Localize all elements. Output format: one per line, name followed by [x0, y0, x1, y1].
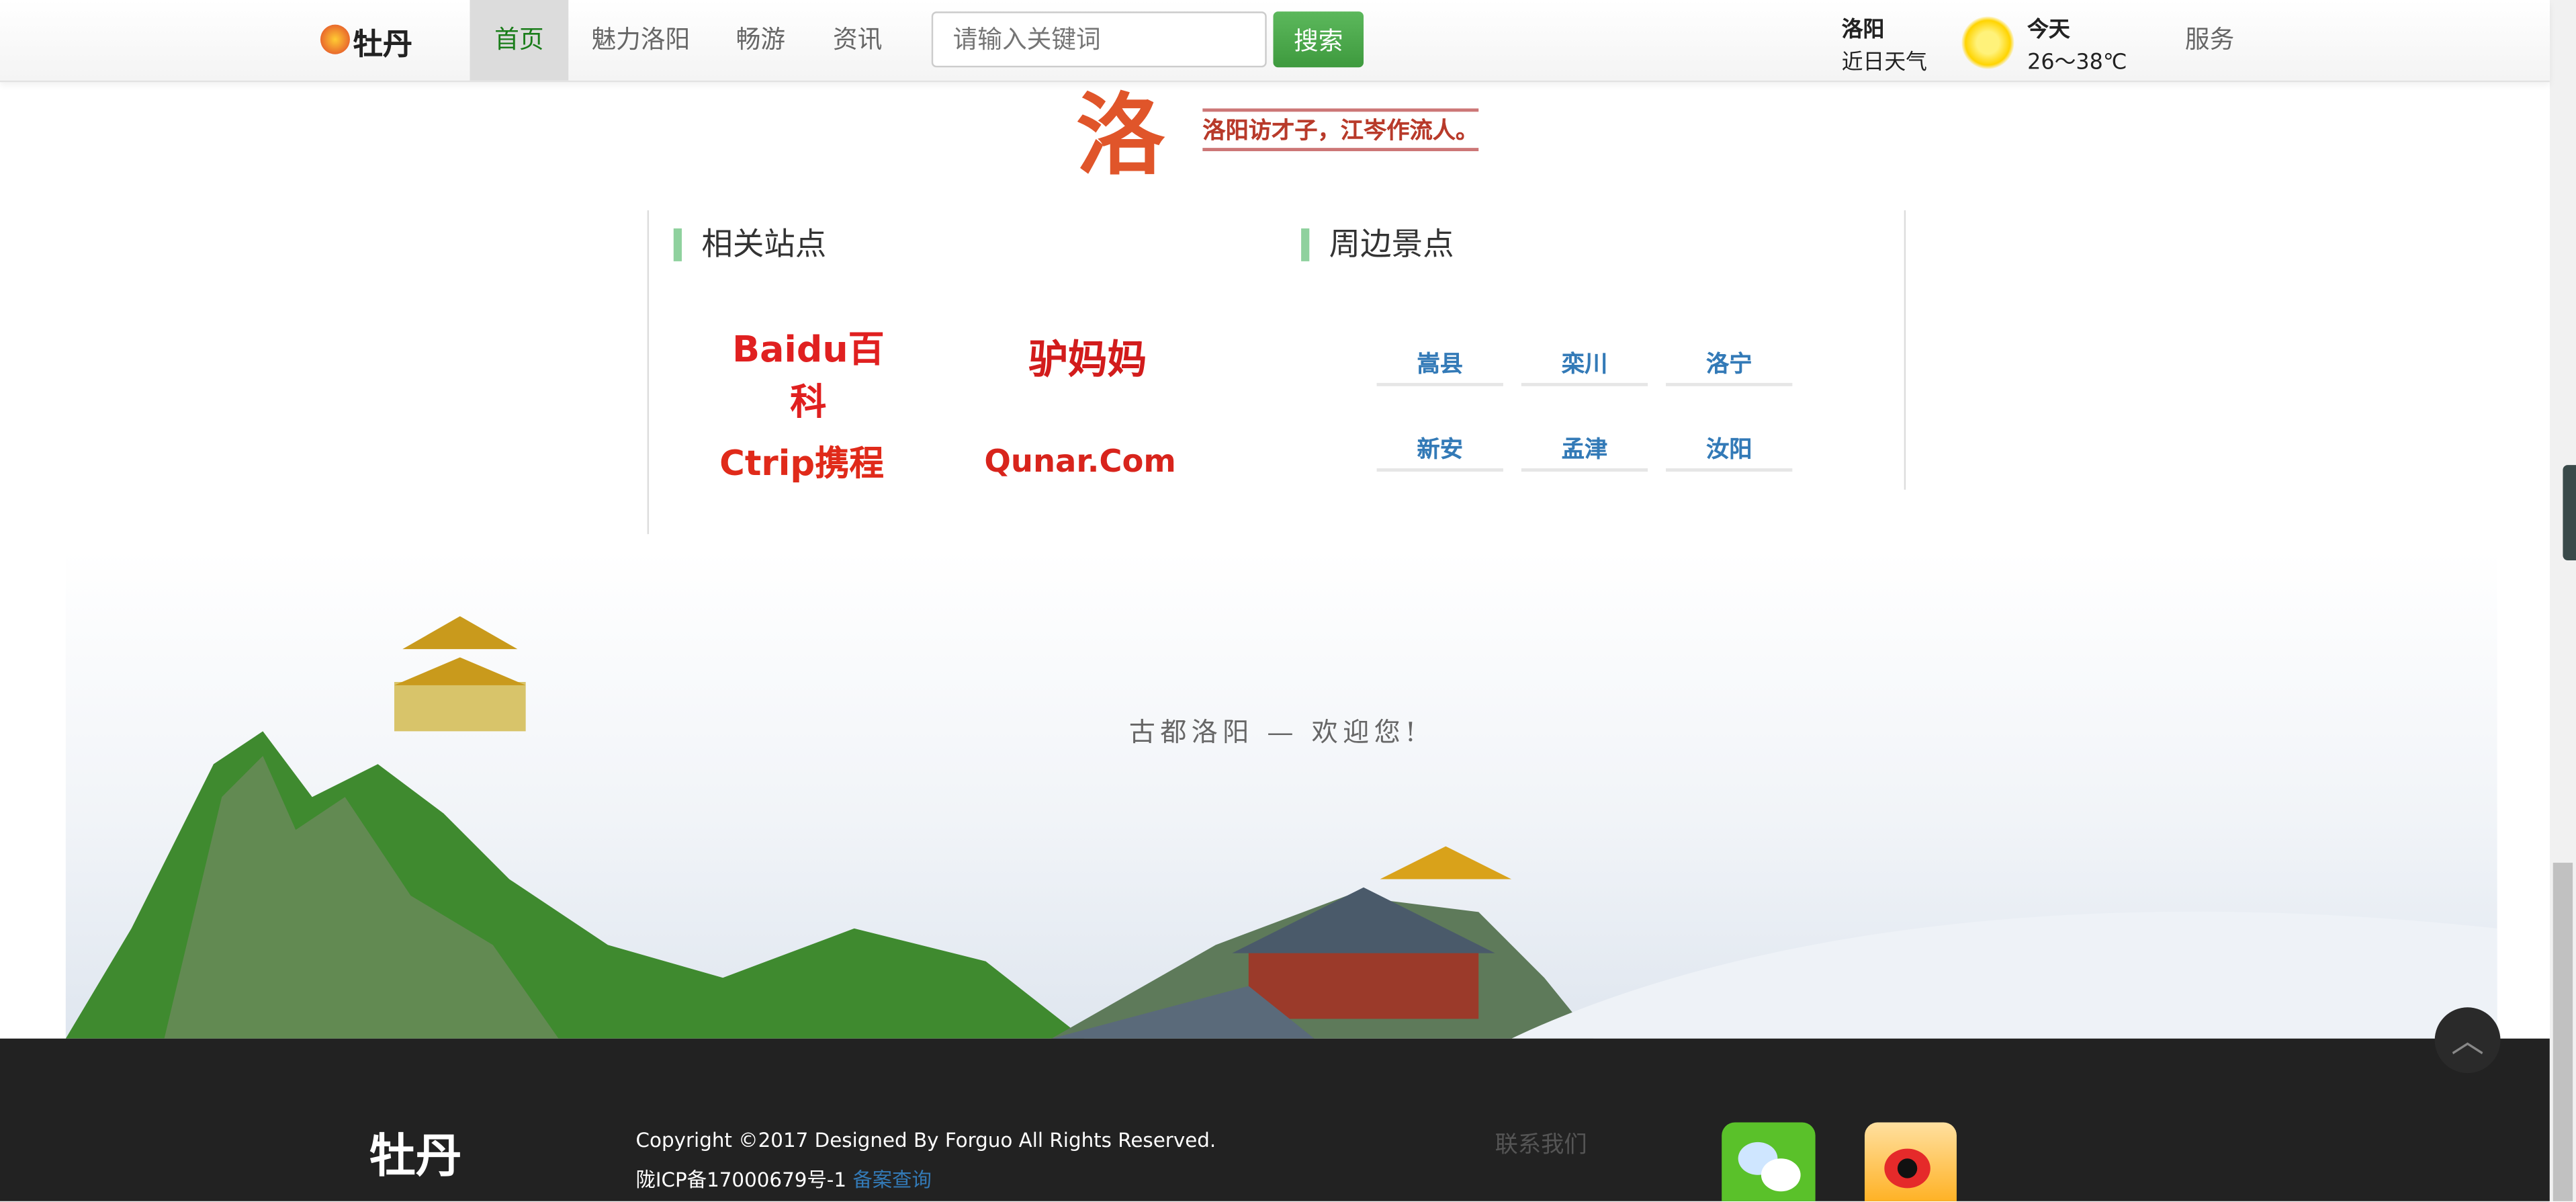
mountain-illustration-icon	[65, 616, 2497, 1039]
nearby-spots-title: 周边景点	[1301, 228, 1454, 261]
footer-logo: 牡丹	[369, 1129, 462, 1183]
qunar-link[interactable]: Qunar.Com	[981, 443, 1180, 480]
nav-news[interactable]: 资讯	[808, 0, 907, 81]
sun-icon	[1961, 16, 2014, 69]
nav-service[interactable]: 服务	[2160, 0, 2259, 81]
site-logo[interactable]: 牡丹	[320, 22, 445, 62]
copyright-text: Copyright ©2017 Designed By Forguo All R…	[635, 1129, 1216, 1152]
weather-temp: 26～38℃	[2027, 50, 2127, 76]
chevron-up-icon: ︿	[2451, 1020, 2485, 1060]
spot-link[interactable]: 栾川	[1521, 347, 1648, 386]
spot-link[interactable]: 嵩县	[1376, 347, 1503, 386]
icp-query-link[interactable]: 备案查询	[852, 1168, 931, 1191]
back-to-top-button[interactable]: ︿	[2434, 1007, 2501, 1074]
logo-text: 牡丹	[353, 28, 412, 62]
side-widget-tab[interactable]	[2563, 465, 2576, 561]
spot-link[interactable]: 洛宁	[1666, 347, 1793, 386]
landscape-image	[65, 550, 2497, 1039]
welcome-text: 古都洛阳 — 欢迎您!	[1128, 716, 1421, 748]
peony-icon	[320, 24, 350, 54]
nav-home[interactable]: 首页	[470, 0, 569, 81]
lvmama-link[interactable]: 驴妈妈	[992, 327, 1183, 385]
search-input[interactable]	[931, 11, 1267, 68]
spot-link[interactable]: 新安	[1376, 432, 1503, 472]
spot-link[interactable]: 汝阳	[1666, 432, 1793, 472]
nav-travel[interactable]: 畅游	[711, 0, 810, 81]
icp-info: 陇ICP备17000679号-1 备案查询	[636, 1165, 932, 1193]
weather-day: 今天	[2027, 17, 2070, 43]
banner-caption: 洛阳访才子，江岑作流人。	[1202, 108, 1479, 152]
top-navbar: 牡丹 首页 魅力洛阳 畅游 资讯 搜索 洛阳 近日天气 今天 26～38℃ 服务	[0, 0, 2550, 83]
weather-city: 洛阳	[1841, 17, 1885, 43]
icp-number: 陇ICP备17000679号-1	[635, 1168, 847, 1192]
contact-us-label: 联系我们	[1495, 1132, 1587, 1159]
baidu-baike-link[interactable]: Baidu百科	[718, 320, 899, 426]
divider	[1904, 210, 1906, 490]
weibo-icon[interactable]	[1864, 1122, 1957, 1201]
scrollbar-thumb[interactable]	[2552, 863, 2573, 1201]
footer: 牡丹 Copyright ©2017 Designed By Forguo Al…	[0, 1038, 2550, 1201]
weather-label: 近日天气	[1841, 50, 1927, 76]
ctrip-link[interactable]: Ctrip携程	[716, 437, 887, 486]
nav-charm-luoyang[interactable]: 魅力洛阳	[567, 0, 715, 81]
search-button[interactable]: 搜索	[1273, 11, 1364, 68]
wechat-icon[interactable]	[1722, 1122, 1816, 1201]
spot-link[interactable]: 孟津	[1521, 432, 1648, 472]
related-sites-title: 相关站点	[673, 228, 826, 261]
